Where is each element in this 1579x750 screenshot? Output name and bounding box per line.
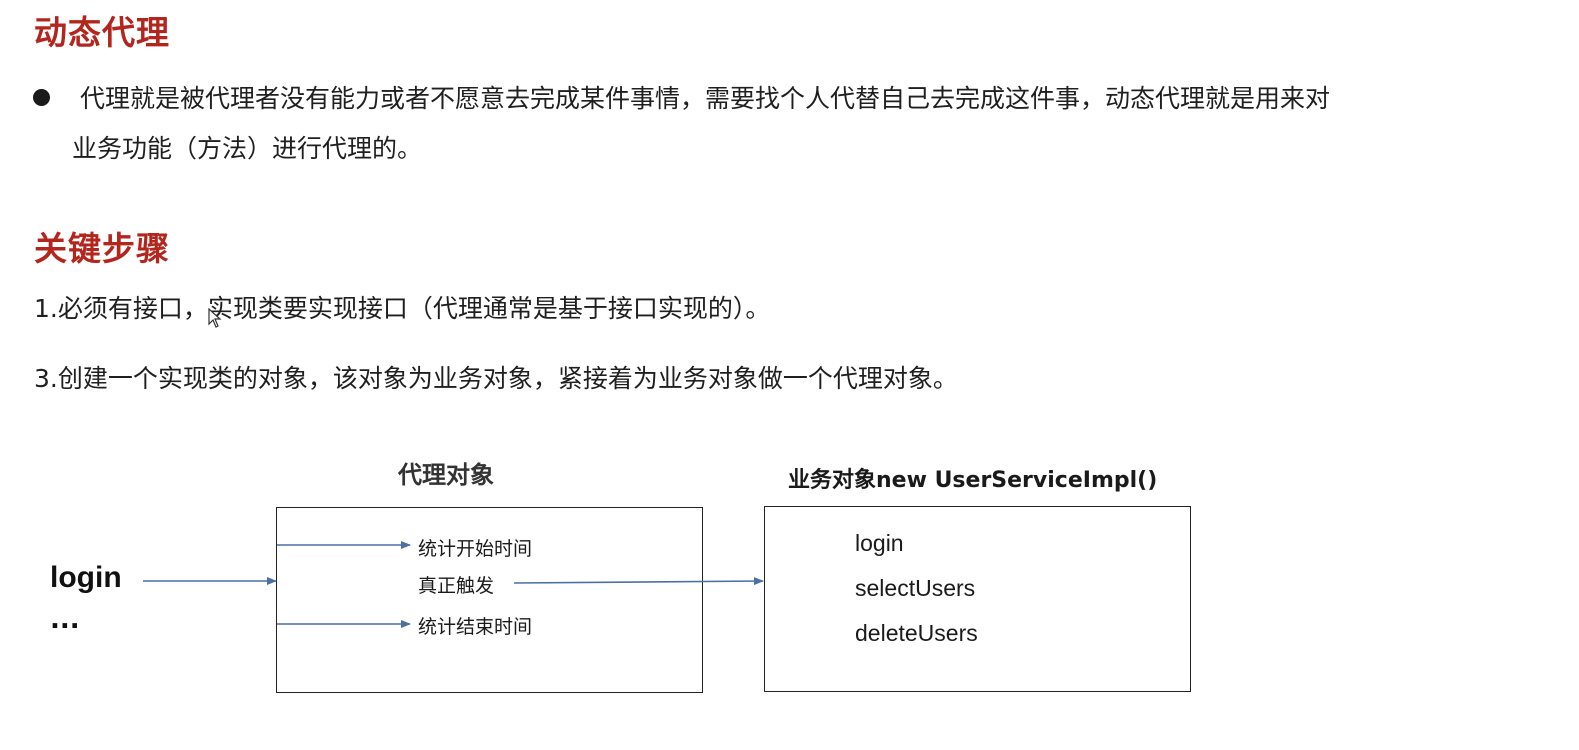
proxy-step-end-time: 统计结束时间 [418,616,533,638]
business-method-login: login [855,530,904,556]
caller-method-ellipsis: ... [50,605,80,635]
proxy-step-real-trigger: 真正触发 [418,575,495,597]
definition-text-line1: 代理就是被代理者没有能力或者不愿意去完成某件事情，需要找个人代替自己去完成这件事… [80,84,1331,113]
proxy-step-start-time: 统计开始时间 [418,538,533,560]
step-1-text: 1.必须有接口，实现类要实现接口（代理通常是基于接口实现的）。 [34,294,771,323]
caller-method-login: login [50,561,122,594]
section-title-dynamic-proxy: 动态代理 [34,13,170,52]
business-object-title: 业务对象new UserServiceImpl() [788,468,1158,493]
business-method-select-users: selectUsers [855,575,976,601]
bullet-dot [33,89,50,106]
business-method-delete-users: deleteUsers [855,620,978,646]
section-title-key-steps: 关键步骤 [34,229,170,268]
mouse-cursor-icon [208,308,222,328]
business-object-box [764,506,1191,692]
proxy-object-title: 代理对象 [398,461,494,489]
slide: 动态代理 代理就是被代理者没有能力或者不愿意去完成某件事情，需要找个人代替自己去… [0,0,1579,750]
definition-text-line2: 业务功能（方法）进行代理的。 [72,134,423,163]
step-3-text: 3.创建一个实现类的对象，该对象为业务对象，紧接着为业务对象做一个代理对象。 [34,364,958,393]
